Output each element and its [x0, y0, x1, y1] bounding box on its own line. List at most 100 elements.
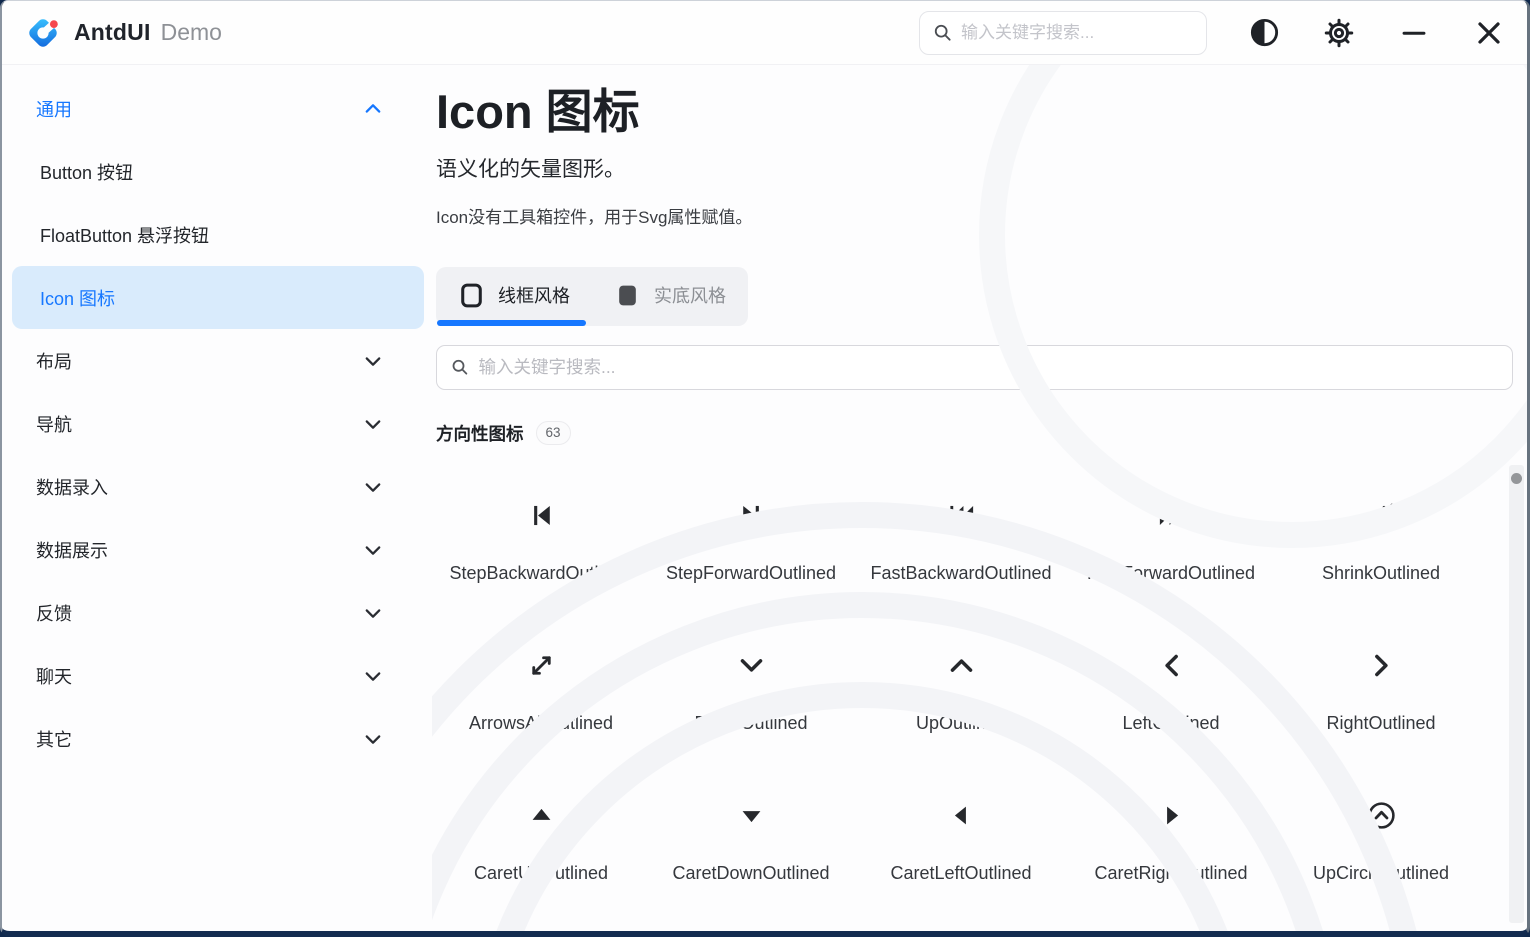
icon-card-CaretDownOutlined[interactable]: CaretDownOutlined — [646, 768, 856, 918]
icon-name-label: StepForwardOutlined — [646, 563, 856, 584]
sidebar-group-label: 导航 — [36, 411, 362, 437]
theme-toggle-button[interactable] — [1246, 15, 1282, 51]
chevron-down-icon — [362, 602, 384, 624]
tab-solid-style[interactable]: 实底风格 — [592, 267, 748, 326]
titlebar-search-input[interactable] — [961, 23, 1194, 43]
tab-label: 实底风格 — [654, 282, 726, 308]
shrink-icon — [1276, 468, 1486, 563]
icon-card-UpCircleOutlined[interactable]: UpCircleOutlined — [1276, 768, 1486, 918]
icon-card-CaretRightOutlined[interactable]: CaretRightOutlined — [1066, 768, 1276, 918]
sidebar-group-feedback[interactable]: 反馈 — [12, 581, 424, 644]
up-icon — [856, 618, 1066, 713]
icon-grid: StepBackwardOutlinedStepForwardOutlinedF… — [436, 468, 1527, 918]
page-description: Icon没有工具箱控件，用于Svg属性赋值。 — [436, 203, 1527, 228]
section-count-badge: 63 — [536, 421, 571, 445]
icon-search[interactable] — [436, 345, 1513, 390]
title-bar: AntdUI Demo — [2, 1, 1527, 65]
icon-card-LeftOutlined[interactable]: LeftOutlined — [1066, 618, 1276, 768]
section-title: 方向性图标 — [436, 421, 524, 446]
page-title: Icon 图标 — [436, 85, 1527, 140]
sidebar-group-data-display[interactable]: 数据展示 — [12, 518, 424, 581]
scrollbar-thumb[interactable] — [1511, 473, 1522, 484]
chevron-down-icon — [362, 728, 384, 750]
style-tabbar: 线框风格 实底风格 — [436, 267, 748, 326]
caret-left-icon — [856, 768, 1066, 863]
sidebar-group-label: 其它 — [36, 726, 362, 752]
sidebar-group-label: 反馈 — [36, 600, 362, 626]
icon-card-FastBackwardOutlined[interactable]: FastBackwardOutlined — [856, 468, 1066, 618]
sidebar-item-floatbutton[interactable]: FloatButton 悬浮按钮 — [12, 203, 424, 266]
step-forward-icon — [646, 468, 856, 563]
icon-card-RightOutlined[interactable]: RightOutlined — [1276, 618, 1486, 768]
icon-name-label: CaretUpOutlined — [436, 863, 646, 884]
down-icon — [646, 618, 856, 713]
main-content: Icon 图标 语义化的矢量图形。 Icon没有工具箱控件，用于Svg属性赋值。… — [432, 65, 1527, 931]
sidebar-group-layout[interactable]: 布局 — [12, 329, 424, 392]
icon-name-label: ArrowsAltOutlined — [436, 713, 646, 734]
icon-name-label: ShrinkOutlined — [1276, 563, 1486, 584]
icon-card-StepForwardOutlined[interactable]: StepForwardOutlined — [646, 468, 856, 618]
icon-name-label: FastForwardOutlined — [1066, 563, 1276, 584]
fast-backward-icon — [856, 468, 1066, 563]
app-window: AntdUI Demo — [0, 0, 1530, 937]
minimize-icon — [1400, 19, 1428, 47]
chevron-down-icon — [362, 350, 384, 372]
sidebar-group-navigation[interactable]: 导航 — [12, 392, 424, 455]
up-circle-icon — [1276, 768, 1486, 863]
sidebar: 通用 Button 按钮FloatButton 悬浮按钮 Icon 图标布局导航数据… — [2, 65, 432, 931]
icon-card-CaretUpOutlined[interactable]: CaretUpOutlined — [436, 768, 646, 918]
icon-card-StepBackwardOutlined[interactable]: StepBackwardOutlined — [436, 468, 646, 618]
icon-card-DownOutlined[interactable]: DownOutlined — [646, 618, 856, 768]
tab-wireframe-style[interactable]: 线框风格 — [436, 267, 592, 326]
icon-card-ShrinkOutlined[interactable]: ShrinkOutlined — [1276, 468, 1486, 618]
sidebar-group-data-entry[interactable]: 数据录入 — [12, 455, 424, 518]
close-icon — [1474, 18, 1504, 48]
arrows-alt-icon — [436, 618, 646, 713]
chevron-up-icon — [362, 98, 384, 120]
icon-name-label: CaretLeftOutlined — [856, 863, 1066, 884]
search-icon — [932, 22, 953, 43]
titlebar-search[interactable] — [919, 11, 1207, 55]
sidebar-group-label: 数据录入 — [36, 474, 362, 500]
app-title-secondary: Demo — [161, 19, 222, 46]
sidebar-group-general[interactable]: 通用 — [12, 77, 424, 140]
icon-name-label: LeftOutlined — [1066, 713, 1276, 734]
icon-card-FastForwardOutlined[interactable]: FastForwardOutlined — [1066, 468, 1276, 618]
chevron-down-icon — [362, 476, 384, 498]
icon-name-label: UpOutlined — [856, 713, 1066, 734]
section-header: 方向性图标 63 — [436, 421, 1527, 446]
caret-down-icon — [646, 768, 856, 863]
wireframe-style-icon — [458, 282, 485, 309]
gear-icon — [1324, 18, 1354, 48]
sidebar-group-label: 通用 — [36, 96, 362, 122]
sidebar-item-button[interactable]: Button 按钮 — [12, 140, 424, 203]
icon-search-input[interactable] — [478, 357, 1499, 378]
settings-button[interactable] — [1321, 15, 1357, 51]
sidebar-group-label: 数据展示 — [36, 537, 362, 563]
icon-card-ArrowsAltOutlined[interactable]: ArrowsAltOutlined — [436, 618, 646, 768]
minimize-button[interactable] — [1396, 15, 1432, 51]
close-button[interactable] — [1471, 15, 1507, 51]
chevron-down-icon — [362, 665, 384, 687]
icon-name-label: CaretRightOutlined — [1066, 863, 1276, 884]
chevron-down-icon — [362, 539, 384, 561]
icon-name-label: CaretDownOutlined — [646, 863, 856, 884]
app-title-primary: AntdUI — [74, 19, 151, 46]
chevron-down-icon — [362, 413, 384, 435]
step-backward-icon — [436, 468, 646, 563]
fast-forward-icon — [1066, 468, 1276, 563]
icon-name-label: StepBackwardOutlined — [436, 563, 646, 584]
icon-name-label: UpCircleOutlined — [1276, 863, 1486, 884]
sidebar-item-label: Icon 图标 — [40, 285, 384, 311]
sidebar-group-other[interactable]: 其它 — [12, 707, 424, 770]
right-icon — [1276, 618, 1486, 713]
search-icon — [450, 357, 469, 377]
caret-up-icon — [436, 768, 646, 863]
icon-card-UpOutlined[interactable]: UpOutlined — [856, 618, 1066, 768]
icon-name-label: RightOutlined — [1276, 713, 1486, 734]
vertical-scrollbar[interactable] — [1509, 465, 1524, 923]
sidebar-item-icon[interactable]: Icon 图标 — [12, 266, 424, 329]
icon-card-CaretLeftOutlined[interactable]: CaretLeftOutlined — [856, 768, 1066, 918]
sidebar-group-chat[interactable]: 聊天 — [12, 644, 424, 707]
tab-label: 线框风格 — [498, 282, 570, 308]
